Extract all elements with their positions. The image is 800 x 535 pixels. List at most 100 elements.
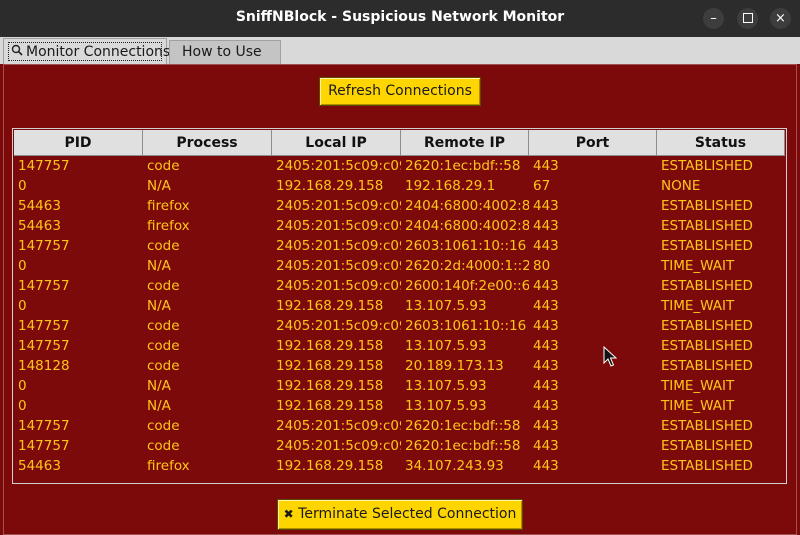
column-header-port[interactable]: Port <box>529 130 657 156</box>
table-row[interactable]: 147757 code 2405:201:5c09:c09 2603:1061:10:… <box>14 236 785 256</box>
table-cell-local-ip: 2405:201:5c09:c09 <box>276 238 401 254</box>
table-cell-pid: 148128 <box>18 358 70 374</box>
table-row[interactable]: 0 N/A 192.168.29.158 13.107.5.93 443 TIME_WAI… <box>14 296 785 316</box>
table-cell-process: firefox <box>147 218 190 234</box>
table-cell-remote-ip: 2603:1061:10::16 <box>405 318 527 334</box>
table-body: 147757 code 2405:201:5c09:c09 2620:1ec:bdf:… <box>14 156 785 476</box>
table-cell-process: code <box>147 418 180 434</box>
table-row[interactable]: 54463 firefox 192.168.29.158 34.107.243.93 4… <box>14 456 785 476</box>
table-cell-process: firefox <box>147 458 190 474</box>
table-cell-local-ip: 192.168.29.158 <box>276 458 384 474</box>
table-cell-remote-ip: 2600:140f:2e00::6: <box>405 278 529 294</box>
maximize-button[interactable] <box>737 8 758 29</box>
table-cell-pid: 147757 <box>18 418 70 434</box>
connections-table[interactable]: PID Process Local IP Remote IP Port Stat… <box>12 128 787 484</box>
column-header-process[interactable]: Process <box>143 130 272 156</box>
table-row[interactable]: 0 N/A 2405:201:5c09:c09 2620:2d:4000:1::2: 8… <box>14 256 785 276</box>
table-cell-port: 443 <box>533 218 559 234</box>
table-cell-pid: 0 <box>18 378 27 394</box>
table-row[interactable]: 147757 code 2405:201:5c09:c09 2620:1ec:bdf:… <box>14 436 785 456</box>
table-cell-local-ip: 2405:201:5c09:c09 <box>276 218 401 234</box>
table-cell-status: TIME_WAIT <box>661 398 735 414</box>
table-cell-process: code <box>147 238 180 254</box>
table-cell-port: 80 <box>533 258 551 274</box>
close-button[interactable]: × <box>770 8 791 29</box>
table-cell-process: code <box>147 278 180 294</box>
table-cell-status: ESTABLISHED <box>661 158 753 174</box>
table-cell-remote-ip: 2620:1ec:bdf::58 <box>405 158 521 174</box>
table-cell-status: ESTABLISHED <box>661 278 753 294</box>
minimize-button[interactable]: – <box>703 8 724 29</box>
table-cell-port: 443 <box>533 418 559 434</box>
table-cell-status: ESTABLISHED <box>661 198 753 214</box>
table-cell-pid: 147757 <box>18 438 70 454</box>
table-cell-status: ESTABLISHED <box>661 318 753 334</box>
table-cell-pid: 147757 <box>18 278 70 294</box>
table-cell-local-ip: 2405:201:5c09:c09 <box>276 318 401 334</box>
table-cell-local-ip: 2405:201:5c09:c09 <box>276 438 401 454</box>
table-cell-remote-ip: 13.107.5.93 <box>405 398 487 414</box>
table-cell-port: 443 <box>533 278 559 294</box>
table-cell-port: 443 <box>533 338 559 354</box>
table-cell-port: 443 <box>533 318 559 334</box>
table-row[interactable]: 54463 firefox 2405:201:5c09:c09 2404:6800:4… <box>14 196 785 216</box>
table-cell-status: ESTABLISHED <box>661 458 753 474</box>
table-cell-process: code <box>147 358 180 374</box>
close-x-icon: ✖ <box>283 507 294 521</box>
table-cell-remote-ip: 2620:1ec:bdf::58 <box>405 438 521 454</box>
table-row[interactable]: 0 N/A 192.168.29.158 13.107.5.93 443 TIME_WAI… <box>14 396 785 416</box>
table-cell-remote-ip: 2620:2d:4000:1::2: <box>405 258 529 274</box>
table-cell-local-ip: 192.168.29.158 <box>276 338 384 354</box>
table-cell-remote-ip: 2620:1ec:bdf::58 <box>405 418 521 434</box>
table-cell-port: 443 <box>533 298 559 314</box>
table-cell-pid: 0 <box>18 298 27 314</box>
table-cell-status: ESTABLISHED <box>661 438 753 454</box>
column-header-remote-ip[interactable]: Remote IP <box>401 130 529 156</box>
refresh-connections-button[interactable]: Refresh Connections <box>319 77 481 106</box>
table-cell-local-ip: 2405:201:5c09:c09 <box>276 198 401 214</box>
table-cell-port: 443 <box>533 378 559 394</box>
table-row[interactable]: 147757 code 2405:201:5c09:c09 2603:1061:10:… <box>14 316 785 336</box>
table-cell-remote-ip: 13.107.5.93 <box>405 338 487 354</box>
minimize-icon: – <box>710 11 717 26</box>
table-cell-pid: 147757 <box>18 238 70 254</box>
terminate-connection-button[interactable]: ✖ Terminate Selected Connection <box>277 499 523 530</box>
table-row[interactable]: 0 N/A 192.168.29.158 13.107.5.93 443 TIME_WAI… <box>14 376 785 396</box>
table-row[interactable]: 147757 code 192.168.29.158 13.107.5.93 443 ES… <box>14 336 785 356</box>
column-header-pid[interactable]: PID <box>14 130 143 156</box>
table-row[interactable]: 147757 code 2405:201:5c09:c09 2620:1ec:bdf:… <box>14 416 785 436</box>
table-cell-status: NONE <box>661 178 701 194</box>
terminate-label: Terminate Selected Connection <box>298 506 517 522</box>
tab-how-to-use[interactable]: How to Use <box>169 40 281 64</box>
window-titlebar: SniffNBlock - Suspicious Network Monitor… <box>0 0 800 37</box>
column-header-status[interactable]: Status <box>657 130 785 156</box>
tab-label: Monitor Connections <box>26 44 171 60</box>
table-row[interactable]: 54463 firefox 2405:201:5c09:c09 2404:6800:4… <box>14 216 785 236</box>
table-cell-port: 443 <box>533 398 559 414</box>
table-cell-status: ESTABLISHED <box>661 238 753 254</box>
column-header-local-ip[interactable]: Local IP <box>272 130 401 156</box>
table-cell-pid: 0 <box>18 398 27 414</box>
close-icon: × <box>775 11 786 26</box>
tab-focus-ring: Monitor Connections <box>8 42 170 61</box>
table-cell-status: TIME_WAIT <box>661 378 735 394</box>
table-cell-local-ip: 192.168.29.158 <box>276 398 384 414</box>
table-cell-remote-ip: 34.107.243.93 <box>405 458 504 474</box>
table-row[interactable]: 148128 code 192.168.29.158 20.189.173.13 443… <box>14 356 785 376</box>
table-cell-remote-ip: 192.168.29.1 <box>405 178 496 194</box>
table-cell-remote-ip: 13.107.5.93 <box>405 298 487 314</box>
table-cell-local-ip: 192.168.29.158 <box>276 178 384 194</box>
table-cell-port: 67 <box>533 178 551 194</box>
table-cell-local-ip: 192.168.29.158 <box>276 358 384 374</box>
tab-monitor-connections[interactable]: Monitor Connections <box>3 38 170 64</box>
table-row[interactable]: 0 N/A 192.168.29.158 192.168.29.1 67 NONE <box>14 176 785 196</box>
table-cell-local-ip: 2405:201:5c09:c09 <box>276 418 401 434</box>
table-row[interactable]: 147757 code 2405:201:5c09:c09 2620:1ec:bdf:… <box>14 156 785 176</box>
tab-label: How to Use <box>182 44 262 60</box>
table-cell-remote-ip: 2404:6800:4002:82 <box>405 198 529 214</box>
table-cell-local-ip: 2405:201:5c09:c09 <box>276 158 401 174</box>
table-cell-pid: 147757 <box>18 338 70 354</box>
table-cell-process: code <box>147 438 180 454</box>
table-row[interactable]: 147757 code 2405:201:5c09:c09 2600:140f:2e0… <box>14 276 785 296</box>
table-cell-process: code <box>147 318 180 334</box>
